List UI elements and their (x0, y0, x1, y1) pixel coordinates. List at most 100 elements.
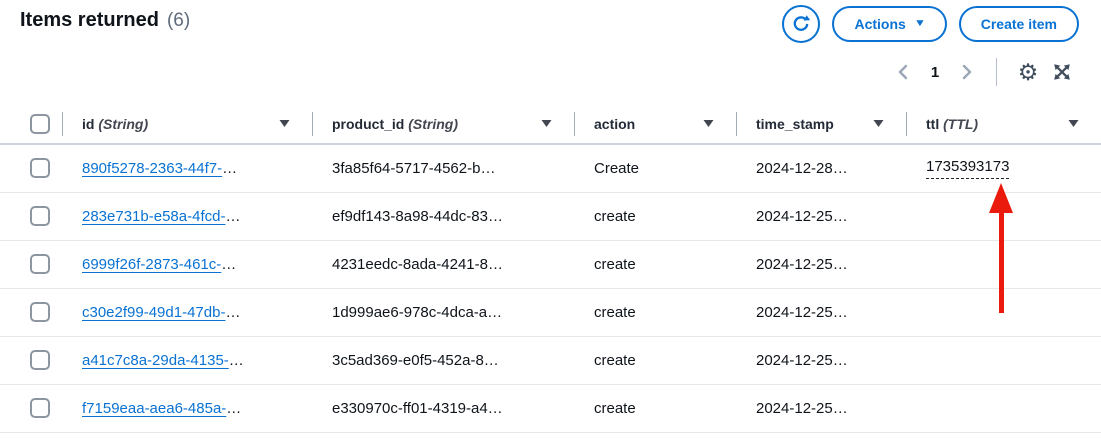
cell-ttl (906, 240, 1101, 288)
sort-caret-icon (279, 119, 290, 128)
row-checkbox[interactable] (30, 254, 50, 274)
truncation-ellipsis: … (226, 400, 241, 417)
panel-header: Items returned (6) Actions ▼ Create item (0, 0, 1101, 46)
cell-product-id: 3fa85f64-5717-4562-b… (312, 144, 574, 192)
table-row: 6999f26f-2873-461c-… 4231eedc-8ada-4241-… (0, 240, 1101, 288)
sort-caret-icon (1068, 119, 1079, 128)
table-row: f7159eaa-aea6-485a-… e330970c-ff01-4319-… (0, 384, 1101, 432)
previous-page-button[interactable] (890, 59, 916, 85)
refresh-icon (791, 14, 811, 34)
ttl-value[interactable]: 1735393173 (926, 158, 1009, 179)
table-row: a41c7c8a-29da-4135-… 3c5ad369-e0f5-452a-… (0, 336, 1101, 384)
toolbar-divider (996, 58, 997, 86)
cell-time-stamp: 2024-12-25… (736, 240, 906, 288)
cell-checkbox (0, 384, 62, 432)
chevron-left-icon (897, 62, 909, 82)
cell-product-id: 4231eedc-8ada-4241-8… (312, 240, 574, 288)
gear-icon: ⚙ (1018, 61, 1039, 84)
column-label: action (594, 116, 635, 132)
fullscreen-button[interactable] (1047, 57, 1077, 87)
table-header-row: id (String) product_id (String) (0, 104, 1101, 144)
actions-button[interactable]: Actions ▼ (832, 6, 946, 42)
cell-product-id: e330970c-ff01-4319-a4… (312, 384, 574, 432)
column-divider (574, 112, 575, 136)
item-id-link[interactable]: 890f5278-2363-44f7- (82, 160, 222, 177)
cell-product-id: 1d999ae6-978c-4dca-a… (312, 288, 574, 336)
cell-checkbox (0, 144, 62, 192)
header-actions: Actions ▼ Create item (782, 5, 1079, 43)
truncation-ellipsis: … (222, 160, 237, 177)
title-area: Items returned (6) (20, 5, 190, 32)
create-item-button-label: Create item (981, 16, 1057, 32)
select-all-header (0, 104, 62, 144)
column-header-id[interactable]: id (String) (62, 104, 312, 144)
cell-action: create (574, 192, 736, 240)
truncation-ellipsis: … (225, 208, 240, 225)
column-header-action[interactable]: action (574, 104, 736, 144)
cell-ttl (906, 384, 1101, 432)
item-id-link[interactable]: 6999f26f-2873-461c- (82, 256, 221, 273)
sort-caret-icon (703, 119, 714, 128)
cell-action: create (574, 240, 736, 288)
cell-time-stamp: 2024-12-28… (736, 144, 906, 192)
items-table-panel: Items returned (6) Actions ▼ Create item (0, 0, 1101, 439)
cell-action: Create (574, 144, 736, 192)
cell-checkbox (0, 336, 62, 384)
column-header-ttl[interactable]: ttl (TTL) (906, 104, 1101, 144)
table-row: 283e731b-e58a-4fcd-… ef9df143-8a98-44dc-… (0, 192, 1101, 240)
cell-ttl (906, 336, 1101, 384)
actions-button-label: Actions (854, 16, 905, 32)
column-label: product_id (String) (332, 116, 458, 132)
column-divider (312, 112, 313, 136)
cell-ttl (906, 192, 1101, 240)
cell-ttl: 1735393173 (906, 144, 1101, 192)
column-divider (62, 112, 63, 136)
select-all-checkbox[interactable] (30, 114, 50, 134)
page-title: Items returned (20, 9, 159, 32)
column-header-time-stamp[interactable]: time_stamp (736, 104, 906, 144)
cell-action: create (574, 384, 736, 432)
item-id-link[interactable]: c30e2f99-49d1-47db- (82, 304, 225, 321)
table-row: c30e2f99-49d1-47db-… 1d999ae6-978c-4dca-… (0, 288, 1101, 336)
cell-checkbox (0, 288, 62, 336)
truncation-ellipsis: … (229, 352, 244, 369)
current-page-number[interactable]: 1 (920, 64, 950, 81)
cell-time-stamp: 2024-12-25… (736, 384, 906, 432)
row-checkbox[interactable] (30, 158, 50, 178)
row-checkbox[interactable] (30, 350, 50, 370)
row-checkbox[interactable] (30, 206, 50, 226)
next-page-button[interactable] (954, 59, 980, 85)
cell-id: f7159eaa-aea6-485a-… (62, 384, 312, 432)
row-checkbox[interactable] (30, 398, 50, 418)
preferences-button[interactable]: ⚙ (1013, 57, 1043, 87)
column-header-product-id[interactable]: product_id (String) (312, 104, 574, 144)
cell-action: create (574, 336, 736, 384)
cell-id: 6999f26f-2873-461c-… (62, 240, 312, 288)
cell-time-stamp: 2024-12-25… (736, 192, 906, 240)
cell-checkbox (0, 192, 62, 240)
sort-caret-icon (541, 119, 552, 128)
column-label: id (String) (82, 116, 148, 132)
cell-checkbox (0, 240, 62, 288)
item-count: (6) (167, 10, 190, 32)
item-id-link[interactable]: f7159eaa-aea6-485a- (82, 400, 226, 417)
truncation-ellipsis: … (221, 256, 236, 273)
create-item-button[interactable]: Create item (959, 6, 1079, 42)
table-row: 890f5278-2363-44f7-… 3fa85f64-5717-4562-… (0, 144, 1101, 192)
refresh-button[interactable] (782, 5, 820, 43)
caret-down-icon: ▼ (914, 19, 926, 29)
expand-icon (1051, 61, 1073, 83)
item-id-link[interactable]: a41c7c8a-29da-4135- (82, 352, 229, 369)
pagination-toolbar: 1 ⚙ (0, 46, 1101, 90)
cell-product-id: 3c5ad369-e0f5-452a-8… (312, 336, 574, 384)
row-checkbox[interactable] (30, 302, 50, 322)
column-divider (906, 112, 907, 136)
cell-time-stamp: 2024-12-25… (736, 336, 906, 384)
cell-id: c30e2f99-49d1-47db-… (62, 288, 312, 336)
chevron-right-icon (961, 62, 973, 82)
cell-id: 890f5278-2363-44f7-… (62, 144, 312, 192)
column-label: ttl (TTL) (926, 116, 978, 132)
items-table: id (String) product_id (String) (0, 104, 1101, 433)
item-id-link[interactable]: 283e731b-e58a-4fcd- (82, 208, 225, 225)
cell-time-stamp: 2024-12-25… (736, 288, 906, 336)
